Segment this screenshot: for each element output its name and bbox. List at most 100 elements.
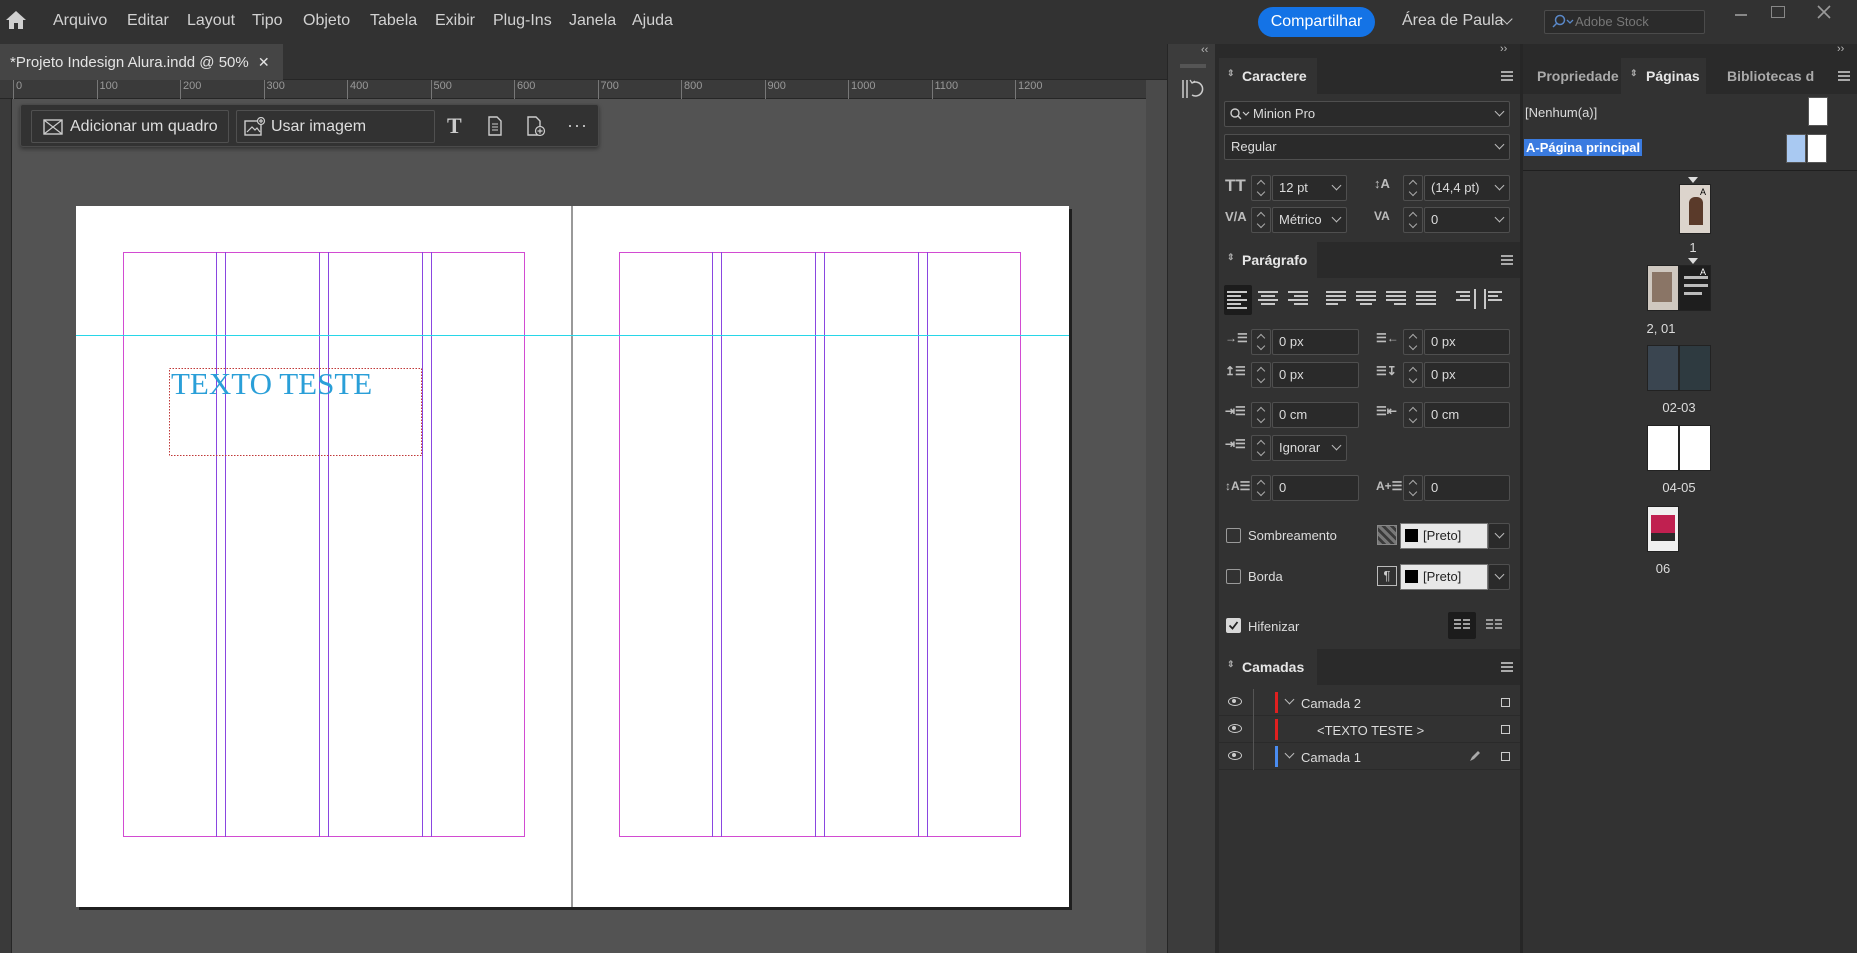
tab-propriedades[interactable]: Propriedade (1537, 68, 1619, 84)
expand-panels-icon[interactable]: ›› (1500, 43, 1507, 55)
space-after-field[interactable]: 0 px (1424, 362, 1510, 388)
left-indent-stepper[interactable] (1251, 329, 1271, 355)
justify-left-icon[interactable] (1326, 289, 1348, 311)
chevron-down-icon[interactable] (1331, 440, 1342, 451)
right-indent-field[interactable]: 0 px (1424, 329, 1510, 355)
vertical-ruler[interactable] (0, 99, 12, 953)
border-color-field[interactable]: [Preto] (1400, 564, 1488, 590)
space-before-field[interactable]: 0 px (1272, 362, 1359, 388)
master-none[interactable]: [Nenhum(a)] (1525, 105, 1597, 120)
close-tab-icon[interactable]: ✕ (258, 54, 270, 70)
first-line-field[interactable]: 0 cm (1272, 402, 1359, 428)
panel-menu-icon[interactable] (1838, 71, 1850, 81)
align-left-icon[interactable] (1227, 289, 1249, 311)
paragraph-composer-icon[interactable] (1485, 618, 1503, 632)
master-page-a[interactable]: A-Página principal (1524, 139, 1643, 156)
right-indent-stepper[interactable] (1403, 329, 1423, 355)
close-icon[interactable] (1817, 5, 1831, 19)
last-line-stepper[interactable] (1403, 402, 1423, 428)
page-thumbnail-02[interactable] (1647, 345, 1679, 391)
menu-objeto[interactable]: Objeto (303, 12, 350, 30)
visibility-eye-icon[interactable] (1228, 697, 1242, 706)
history-panel-icon[interactable] (1179, 77, 1205, 101)
tab-paragrafo[interactable]: ⇕ Parágrafo (1219, 242, 1317, 278)
menu-tabela[interactable]: Tabela (370, 12, 417, 30)
tab-caractere[interactable]: ⇕ Caractere (1219, 58, 1317, 94)
dropcap-chars-field[interactable]: 0 (1424, 475, 1510, 501)
selection-square-icon[interactable] (1501, 725, 1510, 734)
page-thumbnail-2-right[interactable]: A (1679, 265, 1711, 311)
panel-menu-icon[interactable] (1501, 662, 1513, 672)
layer-row[interactable]: Camada 2 (1219, 689, 1520, 716)
left-indent-field[interactable]: 0 px (1272, 329, 1359, 355)
menu-tipo[interactable]: Tipo (252, 12, 283, 30)
align-to-grid-field[interactable]: Ignorar (1272, 435, 1347, 461)
lock-column[interactable] (1253, 743, 1254, 770)
panel-menu-icon[interactable] (1501, 255, 1513, 265)
horizontal-ruler[interactable]: 0 100 200 300 400 500 600 700 800 900 1000 1100 1200 (0, 80, 1146, 99)
collapse-right-icon[interactable]: ›› (1837, 43, 1844, 55)
page-thumbnail-2-left[interactable] (1647, 265, 1679, 311)
justify-right-icon[interactable] (1386, 289, 1408, 311)
border-checkbox[interactable] (1226, 569, 1241, 584)
restore-icon[interactable] (1771, 6, 1785, 18)
minimize-icon[interactable] (1735, 14, 1747, 16)
space-after-stepper[interactable] (1403, 362, 1423, 388)
master-a-left-thumb[interactable] (1786, 134, 1806, 163)
align-center-icon[interactable] (1258, 289, 1280, 311)
chevron-down-icon[interactable] (1284, 748, 1295, 759)
layer-row[interactable]: <TEXTO TESTE > (1219, 716, 1520, 743)
more-options-icon[interactable]: ··· (567, 115, 588, 136)
leading-field[interactable]: (14,4 pt) (1424, 175, 1510, 201)
chevron-down-icon[interactable] (1284, 694, 1295, 705)
add-page-icon[interactable] (526, 116, 546, 137)
chevron-down-icon[interactable] (1494, 180, 1505, 191)
dropcap-chars-stepper[interactable] (1403, 475, 1423, 501)
align-towards-spine-icon[interactable] (1456, 289, 1478, 311)
hyphenate-checkbox[interactable] (1226, 618, 1241, 633)
space-before-stepper[interactable] (1251, 362, 1271, 388)
menu-layout[interactable]: Layout (187, 12, 235, 30)
first-line-stepper[interactable] (1251, 402, 1271, 428)
kerning-field[interactable]: Métrico (1272, 207, 1347, 233)
align-right-icon[interactable] (1288, 289, 1310, 311)
shading-color-dropdown[interactable] (1488, 523, 1510, 549)
canvas-scrollbar[interactable] (1146, 80, 1167, 953)
font-style-field[interactable]: Regular (1224, 134, 1510, 160)
document-spread[interactable]: TEXTO TESTE (76, 206, 1069, 907)
chevron-down-icon[interactable] (1494, 106, 1505, 117)
workspace-switcher[interactable]: Área de Paula (1402, 12, 1503, 30)
panel-menu-icon[interactable] (1501, 71, 1513, 81)
dropcap-lines-field[interactable]: 0 (1272, 475, 1359, 501)
chevron-down-icon[interactable] (1494, 139, 1505, 150)
menu-editar[interactable]: Editar (127, 12, 169, 30)
page-icon[interactable] (487, 116, 503, 136)
selection-square-icon[interactable] (1501, 698, 1510, 707)
align-away-spine-icon[interactable] (1484, 289, 1506, 311)
align-grid-stepper[interactable] (1251, 435, 1271, 461)
font-size-field[interactable]: 12 pt (1272, 175, 1347, 201)
dropcap-lines-stepper[interactable] (1251, 475, 1271, 501)
font-size-stepper[interactable] (1251, 175, 1271, 201)
justify-all-icon[interactable] (1416, 289, 1438, 311)
master-a-right-thumb[interactable] (1807, 134, 1827, 163)
type-tool-icon[interactable]: T (447, 113, 462, 139)
shading-color-field[interactable]: [Preto] (1400, 523, 1488, 549)
chevron-down-icon[interactable] (1494, 212, 1505, 223)
tab-paginas[interactable]: ⇕ Páginas (1621, 58, 1706, 94)
menu-arquivo[interactable]: Arquivo (53, 12, 107, 30)
chevron-down-icon[interactable] (1331, 212, 1342, 223)
single-line-composer-button[interactable] (1448, 612, 1476, 639)
lock-column[interactable] (1253, 716, 1254, 743)
page-thumbnail-03[interactable] (1679, 345, 1711, 391)
menu-ajuda[interactable]: Ajuda (632, 12, 673, 30)
add-frame-button[interactable]: Adicionar um quadro (31, 110, 229, 143)
text-frame-content[interactable]: TEXTO TESTE (171, 366, 372, 402)
home-icon[interactable] (5, 10, 27, 30)
chevron-down-icon[interactable] (1494, 569, 1505, 580)
page-thumbnail-04[interactable] (1647, 425, 1679, 471)
page-thumbnail-1[interactable]: A (1679, 184, 1711, 234)
tab-camadas[interactable]: ⇕ Camadas (1219, 649, 1317, 685)
use-image-button[interactable]: Usar imagem (236, 110, 435, 143)
chevron-down-icon[interactable] (1331, 180, 1342, 191)
